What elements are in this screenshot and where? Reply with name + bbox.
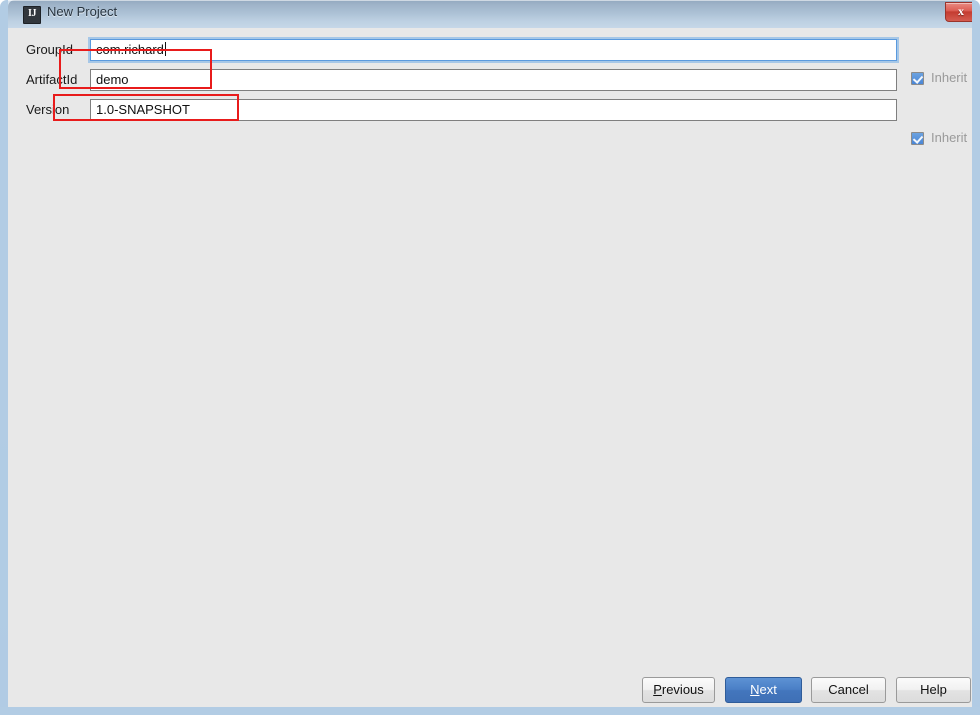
window-title: New Project <box>47 4 118 19</box>
groupid-inherit-label: Inherit <box>931 70 968 85</box>
version-row: Version 1.0-SNAPSHOT <box>8 99 972 121</box>
next-mnemonic: N <box>750 682 760 697</box>
previous-mnemonic: P <box>653 682 662 697</box>
groupid-row: GroupId com.richard <box>8 39 972 61</box>
groupid-inherit-checkbox[interactable] <box>911 72 924 85</box>
version-inherit-label: Inherit <box>931 130 968 145</box>
title-bar[interactable]: IJ New Project x <box>8 0 972 28</box>
new-project-dialog-window: IJ New Project x GroupId com.richard Art… <box>0 0 980 715</box>
groupid-value: com.richard <box>96 42 164 57</box>
cancel-button[interactable]: Cancel <box>811 677 886 703</box>
version-label: Version <box>26 102 70 117</box>
artifactid-field[interactable]: demo <box>90 69 897 91</box>
groupid-label: GroupId <box>26 42 73 57</box>
intellij-idea-icon: IJ <box>23 6 41 24</box>
version-field[interactable]: 1.0-SNAPSHOT <box>90 99 897 121</box>
artifactid-row: ArtifactId demo <box>8 69 972 91</box>
next-label: ext <box>759 682 777 697</box>
artifactid-label: ArtifactId <box>26 72 78 87</box>
close-icon[interactable]: x <box>945 2 972 22</box>
dialog-client-area: GroupId com.richard ArtifactId demo Vers… <box>8 28 972 707</box>
dialog-button-bar: Previous Next Cancel Help <box>8 677 972 703</box>
groupid-field[interactable]: com.richard <box>90 39 897 61</box>
previous-button[interactable]: Previous <box>642 677 715 703</box>
next-button[interactable]: Next <box>725 677 802 703</box>
previous-label: revious <box>661 682 704 697</box>
text-caret <box>164 42 166 56</box>
help-button[interactable]: Help <box>896 677 971 703</box>
version-inherit-checkbox[interactable] <box>911 132 924 145</box>
